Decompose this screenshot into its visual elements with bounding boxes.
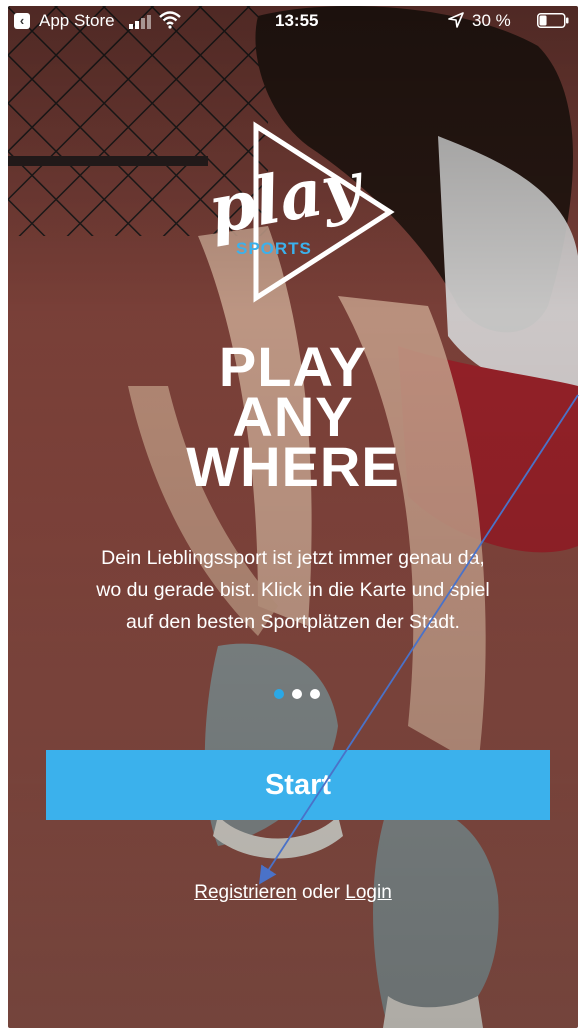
auth-separator: oder [301,882,346,903]
intro-line-1: Dein Lieblingssport ist jetzt immer gena… [101,547,485,569]
page-dot-3[interactable] [310,689,320,699]
page-dot-1[interactable] [274,689,284,699]
headline: PLAY ANY WHERE [168,339,418,498]
play-sports-logo: play SPORTS [206,121,395,303]
phone-screen: ‹ App Store 13:55 30 % play SPORTS PLAY … [8,6,578,1028]
logo-word: play [206,145,371,249]
auth-links: Registrieren oder Login [8,882,578,904]
status-bar: ‹ App Store 13:55 30 % [8,6,578,36]
battery-icon [537,13,569,28]
register-link[interactable]: Registrieren [194,882,296,903]
status-time: 13:55 [275,11,319,30]
intro-line-2: wo du gerade bist. Klick in die Karte un… [96,579,490,601]
intro-text: Dein Lieblingssport ist jetzt immer gena… [58,542,528,638]
start-button[interactable]: Start [46,750,550,820]
signal-icon [129,15,151,29]
back-icon[interactable]: ‹ [14,13,30,29]
headline-line-3: WHERE [186,435,400,498]
login-link[interactable]: Login [345,882,392,903]
battery-percent: 30 % [472,11,511,30]
intro-line-3: auf den besten Sportplätzen der Stadt. [126,611,460,633]
logo-sub: SPORTS [236,239,312,258]
page-dot-2[interactable] [292,689,302,699]
page-indicator[interactable] [274,689,324,701]
location-arrow-icon [448,12,464,28]
wifi-icon [159,11,181,29]
back-to-app-label[interactable]: App Store [39,11,115,31]
